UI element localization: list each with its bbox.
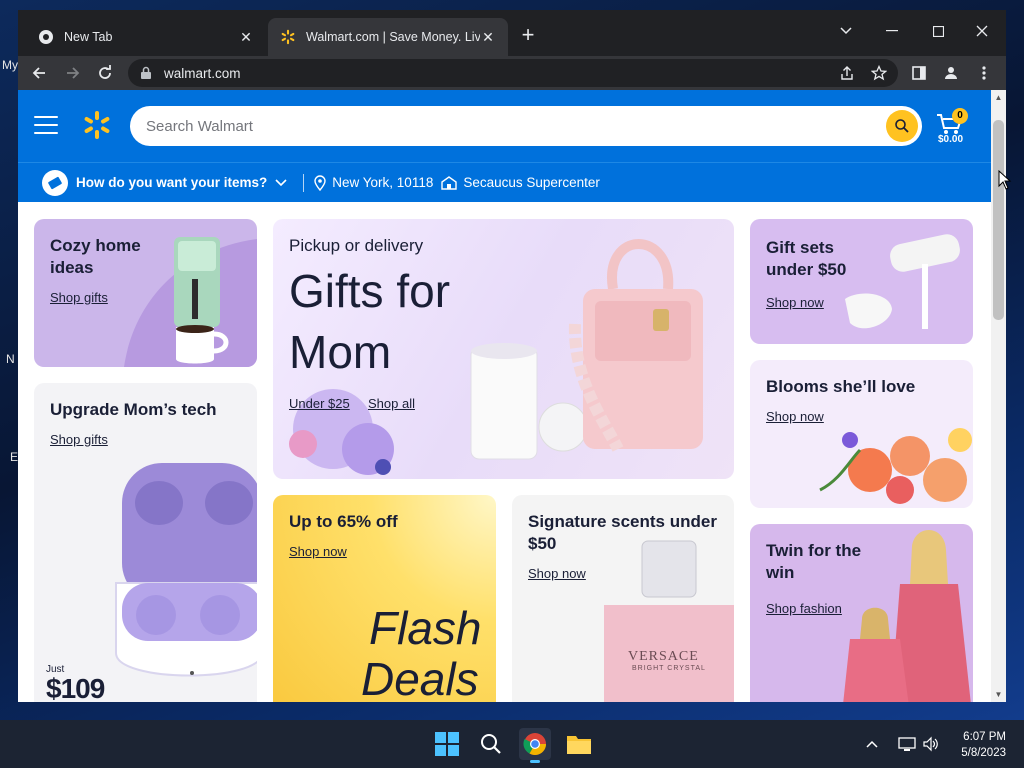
tile-blooms[interactable]: Blooms she’ll love Shop now	[750, 360, 973, 508]
shop-fashion-link[interactable]: Shop fashion	[766, 601, 842, 616]
tile-twin-for-the-win[interactable]: Twin for the win Shop fashion	[750, 524, 973, 702]
tile-title: Gift sets under $50	[766, 238, 847, 280]
menu-kebab-icon[interactable]	[975, 64, 993, 82]
location-pin-icon	[314, 174, 326, 191]
tile-upgrade-tech[interactable]: Upgrade Mom’s tech Shop gifts Just $109	[34, 383, 257, 702]
tile-gift-sets[interactable]: Gift sets under $50 Shop now	[750, 219, 973, 344]
tile-cozy-home[interactable]: Cozy home ideas Shop gifts	[34, 219, 257, 367]
cart-button[interactable]: 0 $0.00	[934, 108, 974, 148]
new-tab-button[interactable]: +	[516, 24, 540, 48]
taskbar-search-icon[interactable]	[475, 728, 507, 760]
tile-eyebrow: Pickup or delivery	[289, 236, 424, 255]
search-button[interactable]	[886, 110, 918, 142]
browser-window: New Tab ✕ Walmart.com | Save Money. Live…	[18, 10, 1006, 702]
tile-title: Blooms she’ll love	[766, 377, 916, 396]
chrome-taskbar-icon[interactable]	[519, 728, 551, 763]
store-name[interactable]: Secaucus Supercenter	[463, 175, 600, 190]
shop-gifts-link[interactable]: Shop gifts	[50, 290, 108, 305]
side-panel-icon[interactable]	[910, 64, 928, 82]
search-icon	[895, 119, 909, 133]
fulfillment-icon	[42, 169, 68, 196]
forward-button[interactable]	[60, 60, 86, 86]
fulfillment-bar: How do you want your items? New York, 10…	[18, 162, 991, 202]
shop-now-link[interactable]: Shop now	[766, 409, 824, 424]
earbuds-case-image	[115, 463, 257, 677]
profile-icon[interactable]	[942, 64, 960, 82]
cart-total: $0.00	[938, 134, 964, 145]
scrollbar-thumb[interactable]	[993, 120, 1004, 320]
share-icon[interactable]	[838, 64, 856, 82]
bottle-brand: VERSACE	[628, 649, 699, 664]
flash-headline-1: Flash	[369, 602, 482, 654]
url-text: walmart.com	[164, 65, 241, 81]
mouse-cursor-icon	[998, 170, 1012, 190]
browser-toolbar: walmart.com	[18, 56, 1006, 90]
tile-title: Up to 65% off	[289, 512, 398, 531]
shop-now-link[interactable]: Shop now	[528, 566, 586, 581]
shop-now-link[interactable]: Shop now	[766, 295, 824, 310]
taskbar: 6:07 PM 5/8/2023	[0, 720, 1024, 768]
walmart-logo-spark-icon[interactable]	[82, 110, 112, 140]
tile-gifts-for-mom[interactable]: Pickup or delivery Gifts for Mom Under $…	[273, 219, 734, 479]
close-tab-icon[interactable]: ✕	[238, 29, 254, 45]
hamburger-menu-icon[interactable]	[34, 116, 58, 134]
maximize-button[interactable]	[916, 16, 960, 46]
tile-title: Cozy home ideas	[50, 236, 141, 278]
tile-flash-deals[interactable]: Up to 65% off Shop now Flash Deals	[273, 495, 496, 702]
store-icon	[441, 175, 458, 190]
search-bar	[130, 106, 922, 146]
chevron-down-icon[interactable]	[275, 178, 287, 187]
show-hidden-icons-chevron-icon[interactable]	[862, 728, 882, 760]
divider	[303, 173, 305, 192]
walmart-spark-icon	[280, 29, 296, 45]
lock-icon[interactable]	[140, 66, 154, 80]
walmart-header: 0 $0.00	[18, 90, 991, 162]
flash-headline-2: Deals	[361, 653, 479, 702]
clock-time: 6:07 PM	[963, 731, 1006, 743]
shop-now-link[interactable]: Shop now	[289, 544, 347, 559]
tab-title: Walmart.com | Save Money. Live	[306, 30, 480, 44]
minimize-button[interactable]	[870, 16, 914, 46]
shop-gifts-link[interactable]: Shop gifts	[50, 432, 108, 447]
shop-all-link[interactable]: Shop all	[368, 396, 415, 411]
address-bar[interactable]: walmart.com	[128, 59, 898, 87]
file-explorer-icon[interactable]	[563, 728, 595, 760]
tile-title: Signature scents under $50	[528, 512, 717, 554]
price: $109	[46, 673, 105, 702]
back-button[interactable]	[26, 60, 52, 86]
fulfillment-question[interactable]: How do you want your items?	[76, 175, 267, 190]
scroll-down-icon[interactable]: ▼	[994, 690, 1003, 699]
search-input[interactable]	[146, 106, 866, 146]
delivery-location[interactable]: New York, 10118	[332, 175, 433, 190]
clock-date: 5/8/2023	[961, 747, 1006, 760]
tile-title: Twin for the win	[766, 541, 862, 583]
tile-signature-scents[interactable]: Signature scents under $50 Shop now VERS…	[512, 495, 734, 702]
scroll-up-icon[interactable]: ▲	[994, 93, 1003, 102]
desktop-icon-label[interactable]: My	[2, 58, 18, 72]
desktop-icon-label[interactable]: N	[6, 352, 15, 366]
close-window-button[interactable]	[960, 16, 1004, 46]
tab-new-tab[interactable]: New Tab ✕	[26, 18, 266, 56]
tab-title: New Tab	[64, 30, 113, 44]
reload-button[interactable]	[92, 60, 118, 86]
bottle-subtitle: BRIGHT CRYSTAL	[632, 665, 706, 672]
page-viewport: 0 $0.00 How do you want your items? New …	[18, 90, 1006, 702]
chrome-icon	[38, 29, 54, 45]
close-tab-icon[interactable]: ✕	[480, 29, 496, 45]
cart-count-badge: 0	[952, 108, 968, 124]
tile-title: Gifts for Mom	[289, 265, 451, 378]
windows-start-icon[interactable]	[431, 728, 463, 760]
system-clock[interactable]: 6:07 PM 5/8/2023	[961, 729, 1006, 761]
tab-walmart[interactable]: Walmart.com | Save Money. Live ✕	[268, 18, 508, 56]
bookmark-star-icon[interactable]	[870, 64, 888, 82]
network-icon[interactable]	[896, 728, 918, 760]
under-25-link[interactable]: Under $25	[289, 396, 350, 411]
volume-icon[interactable]	[920, 728, 942, 760]
tab-strip: New Tab ✕ Walmart.com | Save Money. Live…	[18, 10, 1006, 56]
tab-search-icon[interactable]	[824, 16, 868, 46]
tile-title: Upgrade Mom’s tech	[50, 400, 217, 419]
desktop-icon-label[interactable]: E	[10, 450, 18, 464]
